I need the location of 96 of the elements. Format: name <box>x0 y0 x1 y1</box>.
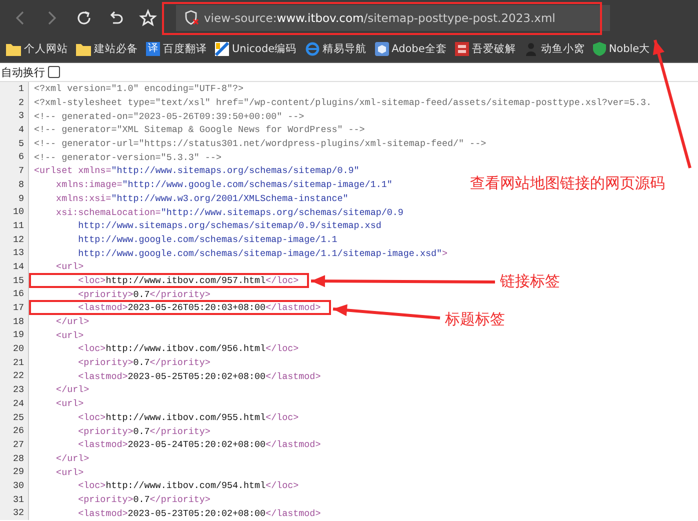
code-line: </url> <box>55 316 90 328</box>
line-number: 7 <box>0 164 29 178</box>
line-number: 31 <box>0 492 29 506</box>
code-line: xmlns:image="http://www.google.com/schemas/sitemap-image/1.1" <box>55 179 392 190</box>
url-text: view-source: <box>204 11 277 25</box>
code-line: http://www.google.com/schemas/sitemap-image/1.1/sitemap-image.xsd"> <box>77 248 448 259</box>
code-line: <loc>http://www.itbov.com/955.html</loc> <box>77 412 299 423</box>
code-line: <lastmod>2023-05-24T05:20:02+08:00</lastmod> <box>77 439 321 450</box>
line-number: 32 <box>0 506 29 520</box>
line-number: 20 <box>0 342 29 356</box>
line-number: 27 <box>0 438 29 452</box>
code-line: <lastmod>2023-05-25T05:20:02+08:00</lastmod> <box>77 370 321 382</box>
line-number: 4 <box>0 123 29 137</box>
reload-icon <box>75 9 93 27</box>
line-number: 16 <box>0 287 29 302</box>
translate-icon: 译 <box>146 42 160 56</box>
code-line: <priority>0.7</priority> <box>77 494 210 505</box>
url-text: /sitemap-posttype-post.2023.xml <box>364 11 556 25</box>
folder-icon <box>6 42 21 56</box>
line-number: 9 <box>0 192 29 206</box>
code-line: xmlns:xsi="http://www.w3.org/2001/XMLSchema-instance" <box>55 192 348 204</box>
star-icon <box>139 9 157 27</box>
annotation-text: 查看网站地图链接的网页源码 <box>470 174 665 193</box>
unicode-icon <box>215 42 229 56</box>
annotation-text: 标题标签 <box>445 310 505 329</box>
line-number: 30 <box>0 478 29 493</box>
bookmark-item[interactable]: 个人网站 <box>6 42 68 56</box>
code-line: <url> <box>55 398 84 410</box>
code-line: <url> <box>55 466 84 478</box>
stamp-icon <box>454 42 469 56</box>
code-line: <urlset xmlns="http://www.sitemaps.org/schemas/sitemap/0.9" <box>34 165 360 176</box>
wrap-checkbox[interactable] <box>48 66 60 78</box>
line-number: 15 <box>0 274 29 288</box>
line-number: 12 <box>0 232 29 246</box>
code-line: <url> <box>55 261 84 272</box>
line-number: 6 <box>0 150 29 164</box>
bookmark-item[interactable]: 精易导航 <box>304 42 367 56</box>
cube-icon <box>374 42 389 56</box>
folder-icon <box>76 42 91 56</box>
code-line: http://www.sitemaps.org/schemas/sitemap/0.9/sitemap.xsd <box>77 220 382 232</box>
line-number: 25 <box>0 410 29 424</box>
e-logo-icon <box>304 42 320 56</box>
code-line: <!-- generator-url="https://status301.net/wordpress-plugins/xml-sitemap-feed/" --> <box>34 138 486 150</box>
line-number: 5 <box>0 136 29 150</box>
code-line: <?xml-stylesheet type="text/xsl" href="/wp-content/plugins/xml-sitemap-feed/assets/sitemap-posttype.xsl?ver=5.3. <box>34 97 652 108</box>
code-line: <loc>http://www.itbov.com/954.html</loc> <box>77 480 299 492</box>
code-line: xsi:schemaLocation="http://www.sitemaps.org/schemas/sitemap/0.9 <box>55 206 404 218</box>
bookmark-item[interactable]: 动鱼小窝 <box>524 42 585 56</box>
code-line: <loc>http://www.itbov.com/957.html</loc> <box>77 274 299 286</box>
annotation-text: 链接标签 <box>500 272 560 291</box>
code-line: <priority>0.7</priority> <box>77 426 210 437</box>
line-number: 18 <box>0 314 29 328</box>
shield-icon <box>592 42 606 56</box>
code-line: http://www.google.com/schemas/sitemap-image/1.1 <box>77 234 338 245</box>
line-number: 10 <box>0 205 29 219</box>
line-number: 14 <box>0 260 29 274</box>
code-line: <priority>0.7</priority> <box>77 357 210 368</box>
line-number: 22 <box>0 369 29 384</box>
code-line: <?xml version="1.0" encoding="UTF-8"?> <box>34 83 244 94</box>
line-number: 2 <box>0 96 29 110</box>
line-number: 8 <box>0 178 29 192</box>
code-line: <priority>0.7</priority> <box>77 288 210 300</box>
shield-warning-icon <box>184 10 200 26</box>
bookmark-item[interactable]: 吾爱破解 <box>454 42 516 56</box>
bookmark-item[interactable]: 建站必备 <box>76 42 138 56</box>
code-line: <loc>http://www.itbov.com/956.html</loc> <box>77 343 299 354</box>
bookmark-item[interactable]: 译 百度翻译 <box>146 42 207 56</box>
line-number: 21 <box>0 356 29 370</box>
code-line: <lastmod>2023-05-26T05:20:03+08:00</lastmod> <box>77 302 321 314</box>
line-number: 28 <box>0 452 29 466</box>
address-bar[interactable]: view-source:www.itbov.com/sitemap-posttype-post.2023.xml <box>176 5 610 31</box>
bookmark-item[interactable]: Unicode编码 <box>215 42 297 56</box>
chevron-right-icon <box>48 11 56 25</box>
line-number: 13 <box>0 246 29 260</box>
code-line: <!-- generated-on="2023-05-26T09:39:50+00:00" --> <box>34 110 304 122</box>
url-text: www.itbov.com <box>276 11 364 25</box>
line-number: 26 <box>0 424 29 438</box>
code-line: </url> <box>55 384 90 396</box>
line-number: 24 <box>0 396 29 411</box>
line-number: 23 <box>0 383 29 397</box>
line-number: 29 <box>0 465 29 479</box>
line-number: 17 <box>0 301 29 315</box>
line-number: 3 <box>0 109 29 124</box>
code-line: <!-- generator="XML Sitemap & Google News for WordPress" --> <box>34 124 365 136</box>
option-label: 自动换行 <box>1 64 45 80</box>
line-number: 1 <box>0 82 29 96</box>
code-line: </url> <box>55 452 90 464</box>
chevron-left-icon <box>16 11 24 25</box>
code-line: <!-- generator-version="5.3.3" --> <box>34 152 222 163</box>
figure-icon <box>524 42 538 56</box>
line-number: 19 <box>0 328 29 342</box>
code-line: <lastmod>2023-05-23T05:20:02+08:00</lastmod> <box>77 508 321 519</box>
line-number: 11 <box>0 218 29 233</box>
code-line: <url> <box>55 330 84 341</box>
bookmark-item[interactable]: Adobe全套 <box>374 42 447 56</box>
bookmark-item[interactable]: Noble大 <box>592 42 650 56</box>
